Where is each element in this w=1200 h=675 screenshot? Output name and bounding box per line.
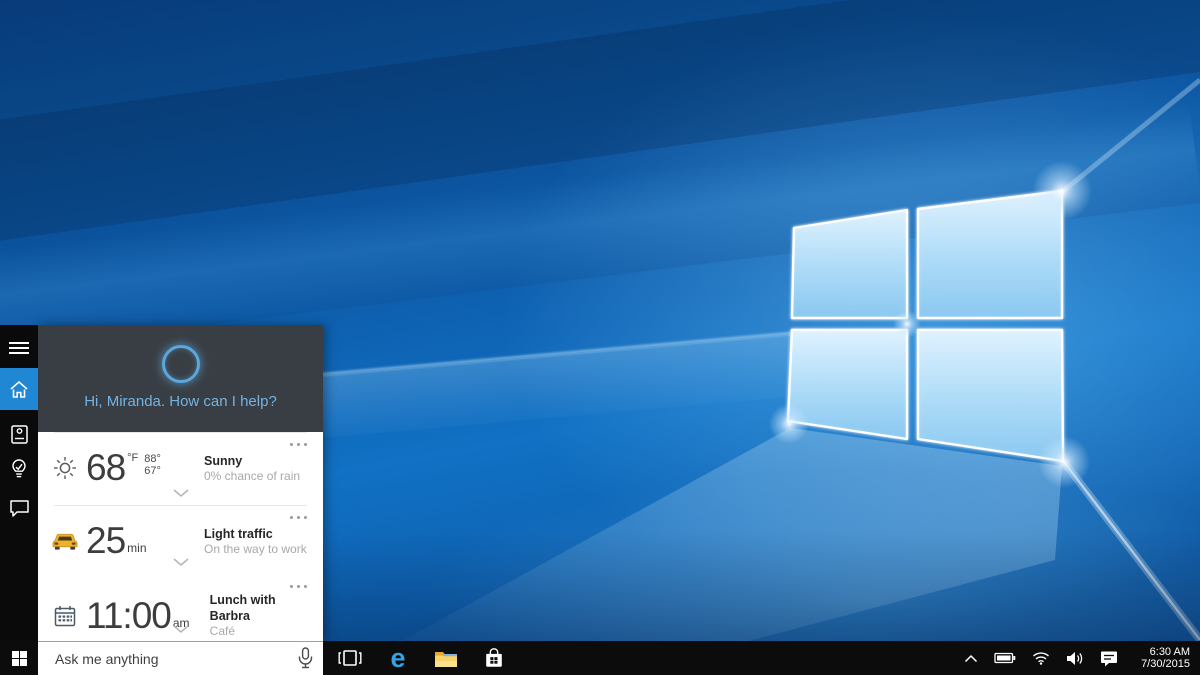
volume-icon <box>1066 651 1084 666</box>
cortana-search-box <box>38 641 323 675</box>
weather-temp: 68 <box>86 450 125 486</box>
wifi-icon <box>1032 651 1050 665</box>
taskbar-clock[interactable]: 6:30 AM 7/30/2015 <box>1134 646 1190 671</box>
sun-icon <box>52 456 78 480</box>
weather-expand-chevron-icon[interactable] <box>173 484 189 502</box>
weather-low: 67° <box>144 465 161 477</box>
battery-icon <box>994 652 1016 664</box>
cortana-notebook-button[interactable] <box>0 417 38 451</box>
microphone-icon <box>298 647 313 669</box>
cortana-circle-icon[interactable] <box>162 345 200 383</box>
cortana-menu-button[interactable] <box>0 331 38 365</box>
weather-card[interactable]: 68 °F 88° 67° Sunny 0% chance of rain <box>38 432 323 505</box>
traffic-minutes: 25 <box>86 523 125 559</box>
wallpaper-light-beam <box>0 104 1200 357</box>
car-icon <box>52 532 78 551</box>
task-view-icon <box>338 649 362 667</box>
system-tray: 6:30 AM 7/30/2015 <box>962 646 1190 671</box>
hidden-icons-chevron-icon <box>964 654 978 663</box>
volume-button[interactable] <box>1064 649 1086 668</box>
network-status-button[interactable] <box>1030 649 1052 667</box>
traffic-card[interactable]: 25 min Light traffic On the way to work <box>38 505 323 574</box>
notebook-icon <box>11 425 28 444</box>
cortana-greeting: Hi, Miranda. How can I help? <box>38 393 323 410</box>
windows-store-icon <box>483 647 505 669</box>
weather-card-menu[interactable] <box>288 441 309 448</box>
windows-store-button[interactable] <box>481 644 507 672</box>
cortana-feedback-button[interactable] <box>0 491 38 525</box>
cortana-sidebar <box>0 325 38 641</box>
weather-high: 88° <box>144 453 161 465</box>
traffic-subtitle: On the way to work <box>204 542 307 557</box>
action-center-button[interactable] <box>1098 648 1120 669</box>
traffic-expand-chevron-icon[interactable] <box>173 553 189 571</box>
cortana-header: Hi, Miranda. How can I help? <box>38 325 323 432</box>
taskbar: e <box>0 641 1200 675</box>
task-view-button[interactable] <box>337 644 363 672</box>
clock-time: 6:30 AM <box>1134 646 1190 659</box>
event-title: Lunch with Barbra <box>210 592 315 624</box>
file-explorer-icon <box>434 649 458 668</box>
cortana-panel: Hi, Miranda. How can I help? <box>38 325 323 641</box>
weather-title: Sunny <box>204 453 300 469</box>
feedback-icon <box>10 500 29 517</box>
battery-status-button[interactable] <box>992 650 1018 666</box>
event-time: 11:00 <box>86 598 171 634</box>
traffic-unit: min <box>127 541 146 555</box>
cortana-cards-area: 68 °F 88° 67° Sunny 0% chance of rain <box>38 432 323 641</box>
edge-browser-button[interactable]: e <box>385 644 411 672</box>
hidden-icons-button[interactable] <box>962 652 980 665</box>
reminders-lightbulb-icon <box>11 459 27 480</box>
edge-browser-icon: e <box>390 645 405 671</box>
calendar-card[interactable]: 11:00 am Lunch with Barbra Café <box>38 574 323 641</box>
calendar-expand-chevron-icon[interactable] <box>173 620 189 638</box>
wallpaper-light-beam <box>0 0 1200 250</box>
traffic-card-menu[interactable] <box>288 514 309 521</box>
weather-unit: °F <box>127 452 138 486</box>
cortana-reminders-button[interactable] <box>0 452 38 486</box>
event-location: Café <box>210 624 315 639</box>
action-center-icon <box>1100 650 1118 667</box>
search-input[interactable] <box>55 651 285 667</box>
clock-date: 7/30/2015 <box>1134 658 1190 671</box>
file-explorer-button[interactable] <box>433 644 459 672</box>
hamburger-menu-icon <box>9 341 29 355</box>
microphone-button[interactable] <box>298 647 313 674</box>
traffic-title: Light traffic <box>204 526 307 542</box>
desktop-screen: Hi, Miranda. How can I help? <box>0 0 1200 675</box>
windows-start-icon <box>12 651 27 666</box>
weather-subtitle: 0% chance of rain <box>204 469 300 484</box>
home-icon <box>10 381 28 398</box>
calendar-card-menu[interactable] <box>288 583 309 590</box>
calendar-icon <box>52 605 78 627</box>
cortana-home-button[interactable] <box>0 368 38 410</box>
start-button[interactable] <box>0 641 38 675</box>
